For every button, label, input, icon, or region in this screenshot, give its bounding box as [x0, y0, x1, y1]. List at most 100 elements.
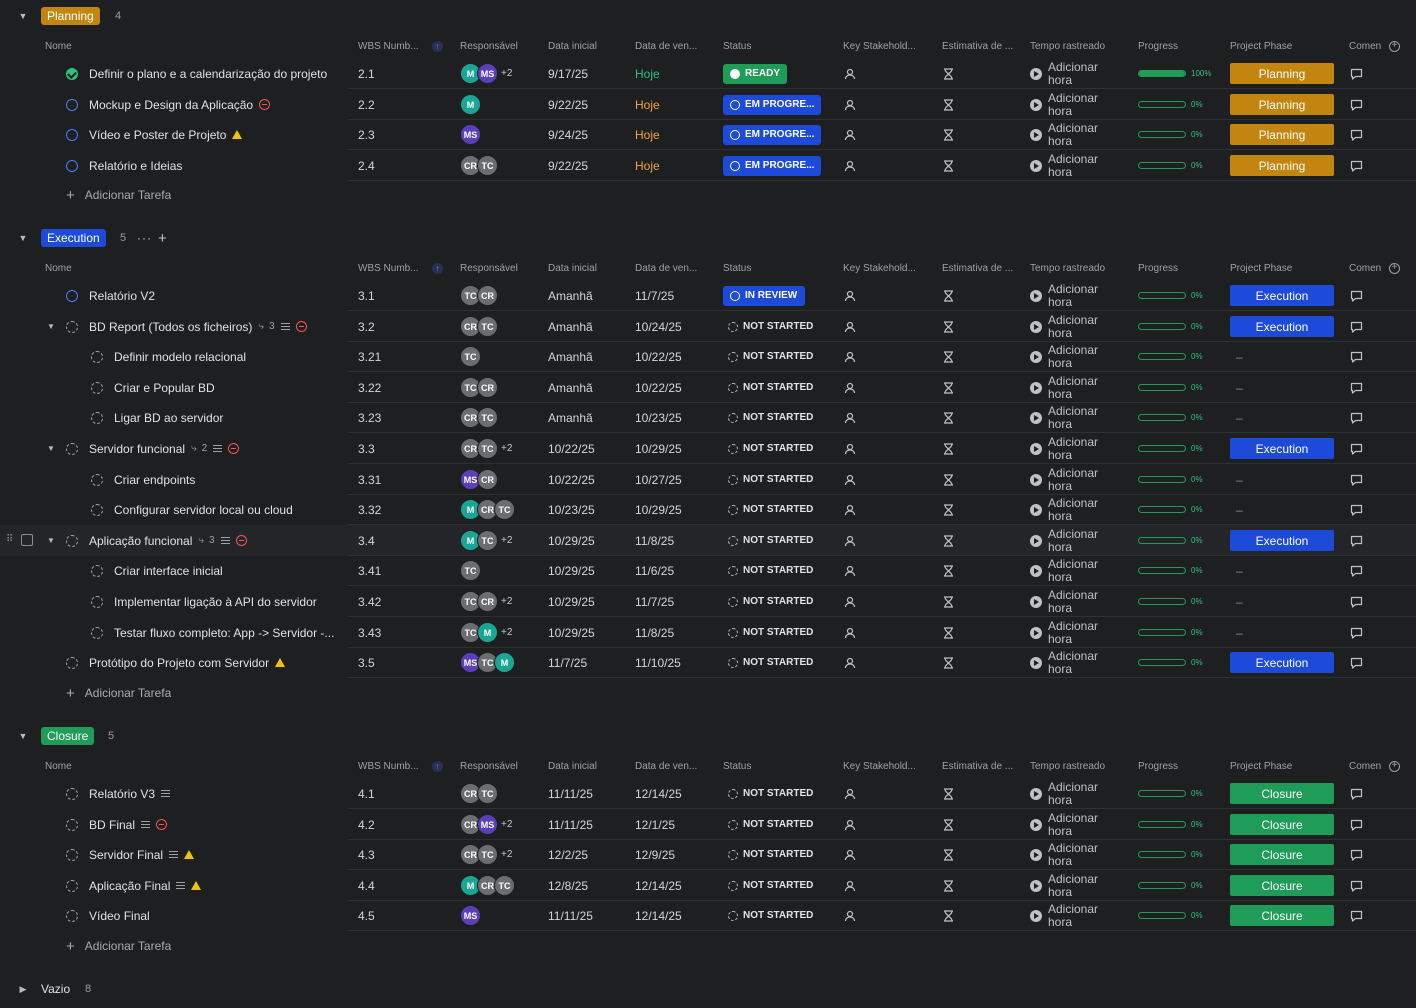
due-date[interactable]: 12/14/25	[635, 778, 682, 809]
start-date[interactable]: 10/29/25	[548, 586, 595, 617]
avatar[interactable]: TC	[477, 844, 498, 865]
project-phase-cell[interactable]: Planning	[1230, 89, 1334, 120]
column-phase[interactable]: Project Phase	[1230, 263, 1292, 274]
wbs-number[interactable]: 4.4	[358, 870, 375, 901]
column-start[interactable]: Data inicial	[548, 761, 597, 772]
start-date[interactable]: 10/29/25	[548, 525, 595, 556]
comment-icon[interactable]	[1350, 788, 1363, 800]
group-pill[interactable]: Closure	[41, 727, 95, 745]
status-badge[interactable]: NOT STARTED	[723, 906, 820, 926]
comment-icon[interactable]	[1350, 504, 1363, 516]
phase-empty[interactable]: –	[1236, 595, 1243, 609]
assignees-cell[interactable]: M CR TC	[460, 494, 515, 525]
status-cell[interactable]: NOT STARTED	[723, 647, 820, 678]
comments-cell[interactable]	[1350, 341, 1363, 372]
assignees-cell[interactable]: MS CR	[460, 464, 498, 495]
key-stakeholder-cell[interactable]	[844, 119, 856, 150]
task-status-icon[interactable]	[66, 787, 78, 800]
task-name-cell[interactable]: ▼ BD Report (Todos os ficheiros) ⤷ 3	[47, 311, 307, 342]
status-cell[interactable]: READY	[723, 58, 788, 89]
project-phase-cell[interactable]: –	[1230, 464, 1243, 495]
task-name[interactable]: Protótipo do Projeto com Servidor	[89, 656, 269, 670]
start-date[interactable]: 9/24/25	[548, 119, 588, 150]
task-status-icon[interactable]	[91, 564, 103, 577]
due-date[interactable]: Hoje	[635, 58, 660, 89]
start-date[interactable]: 12/2/25	[548, 839, 588, 870]
play-icon[interactable]	[1030, 128, 1042, 141]
add-time-label[interactable]: Adicionar hora	[1048, 282, 1098, 309]
phase-badge[interactable]: Closure	[1230, 783, 1334, 804]
comment-icon[interactable]	[1350, 474, 1363, 486]
avatar[interactable]: CR	[477, 591, 498, 612]
add-column-icon[interactable]: +	[1389, 761, 1400, 772]
task-name[interactable]: Implementar ligação à API do servidor	[114, 595, 317, 609]
wbs-number[interactable]: 3.4	[358, 525, 375, 556]
avatar[interactable]: TC	[477, 316, 498, 337]
add-time-label[interactable]: Adicionar hora	[1048, 649, 1098, 676]
add-time-label[interactable]: Adicionar hora	[1048, 121, 1098, 148]
task-name[interactable]: Servidor Final	[89, 848, 163, 862]
task-name-cell[interactable]: Criar interface inicial	[91, 555, 223, 586]
status-badge[interactable]: NOT STARTED	[723, 439, 820, 459]
time-estimate-cell[interactable]	[943, 341, 954, 372]
task-row[interactable]: Servidor Final 4.3 CR TC +2 12/2/25 12/9/25 NOT…	[0, 839, 1416, 870]
project-phase-cell[interactable]: Execution	[1230, 433, 1334, 464]
status-badge[interactable]: EM PROGRE...	[723, 94, 822, 115]
task-name[interactable]: Criar interface inicial	[114, 564, 223, 578]
task-name-cell[interactable]: Criar e Popular BD	[91, 372, 215, 403]
key-stakeholder-cell[interactable]	[844, 900, 856, 931]
time-tracked-cell[interactable]: Adicionar hora	[1030, 839, 1098, 870]
comments-cell[interactable]	[1350, 372, 1363, 403]
due-date[interactable]: 10/23/25	[635, 402, 682, 433]
status-badge[interactable]: NOT STARTED	[723, 500, 820, 520]
phase-empty[interactable]: –	[1236, 626, 1243, 640]
start-date[interactable]: 10/22/25	[548, 464, 595, 495]
comment-icon[interactable]	[1350, 321, 1363, 333]
assignees-cell[interactable]: MS	[460, 900, 481, 931]
comment-icon[interactable]	[1350, 565, 1363, 577]
wbs-number[interactable]: 3.23	[358, 402, 381, 433]
time-tracked-cell[interactable]: Adicionar hora	[1030, 150, 1098, 181]
wbs-number[interactable]: 3.42	[358, 586, 381, 617]
project-phase-cell[interactable]: Execution	[1230, 280, 1334, 311]
assignees-cell[interactable]: CR TC	[460, 311, 498, 342]
expand-caret-icon[interactable]: ▶	[18, 984, 28, 994]
phase-badge[interactable]: Execution	[1230, 530, 1334, 551]
task-status-icon[interactable]	[91, 626, 103, 639]
column-comments[interactable]: Comen	[1349, 41, 1381, 52]
comments-cell[interactable]	[1350, 119, 1363, 150]
task-row[interactable]: Aplicação Final 4.4 M CR TC 12/8/25 12/14/25 NO…	[0, 870, 1416, 901]
column-start[interactable]: Data inicial	[548, 263, 597, 274]
status-badge[interactable]: NOT STARTED	[723, 815, 820, 835]
start-date[interactable]: 10/23/25	[548, 494, 595, 525]
task-status-icon[interactable]	[66, 159, 78, 172]
column-wbs[interactable]: WBS Numb...	[358, 761, 419, 772]
avatar[interactable]: M	[477, 622, 498, 643]
time-tracked-cell[interactable]: Adicionar hora	[1030, 586, 1098, 617]
status-badge[interactable]: NOT STARTED	[723, 784, 820, 804]
wbs-number[interactable]: 3.5	[358, 647, 375, 678]
more-assignees[interactable]: +2	[501, 849, 512, 860]
phase-badge[interactable]: Execution	[1230, 652, 1334, 673]
avatar[interactable]: M	[494, 652, 515, 673]
column-comments[interactable]: Comen	[1349, 263, 1381, 274]
time-estimate-cell[interactable]	[943, 494, 954, 525]
wbs-number[interactable]: 4.3	[358, 839, 375, 870]
group-header-execution[interactable]: ▼ Execution 5 ··· +	[0, 227, 1416, 249]
avatar[interactable]: TC	[460, 346, 481, 367]
task-name[interactable]: Definir modelo relacional	[114, 350, 246, 364]
phase-badge[interactable]: Execution	[1230, 316, 1334, 337]
task-status-icon[interactable]	[91, 473, 103, 486]
task-row[interactable]: Criar e Popular BD 3.22 TC CR Amanhã 10/22/25…	[0, 372, 1416, 403]
task-name[interactable]: Testar fluxo completo: App -> Servidor -…	[114, 626, 334, 640]
column-resp[interactable]: Responsável	[460, 263, 518, 274]
subtask-caret-icon[interactable]: ▼	[47, 444, 60, 453]
task-name-cell[interactable]: ▼ Servidor funcional ⤷ 2	[47, 433, 240, 464]
task-name[interactable]: Relatório V3	[89, 787, 155, 801]
task-name-cell[interactable]: Servidor Final	[66, 839, 195, 870]
assignees-cell[interactable]: M TC +2	[460, 525, 512, 556]
task-row[interactable]: Configurar servidor local ou cloud 3.32 M C…	[0, 494, 1416, 525]
more-assignees[interactable]: +2	[501, 819, 512, 830]
avatar[interactable]: TC	[477, 783, 498, 804]
status-badge[interactable]: NOT STARTED	[723, 317, 820, 337]
